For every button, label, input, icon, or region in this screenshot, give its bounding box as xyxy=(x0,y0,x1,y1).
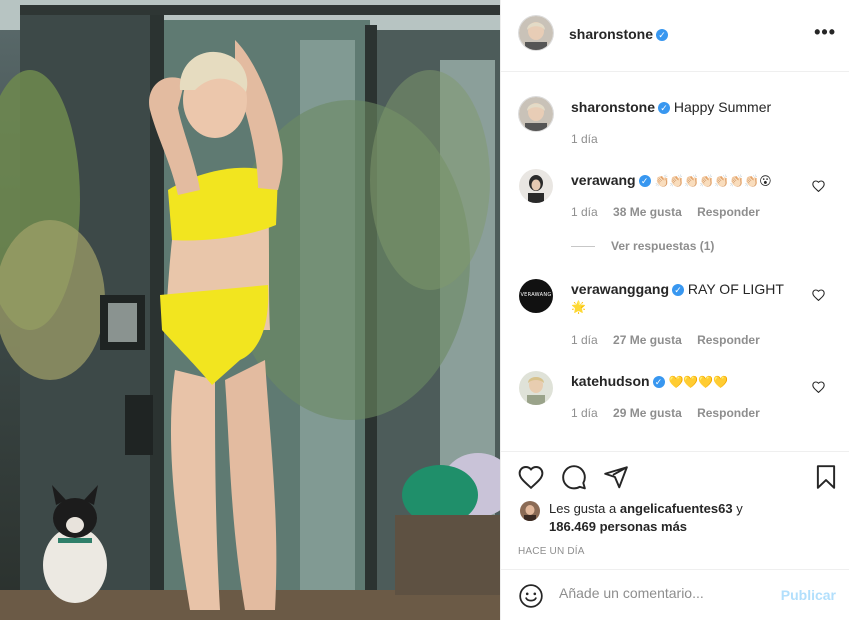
comment-username[interactable]: verawang xyxy=(571,172,636,188)
likes-others[interactable]: 186.469 personas más xyxy=(549,519,687,534)
comment-meta: 1 día 27 Me gusta Responder xyxy=(571,333,772,347)
replies-dash xyxy=(571,246,595,248)
reply-button[interactable]: Responder xyxy=(697,205,760,219)
comment-likes[interactable]: 29 Me gusta xyxy=(613,406,682,420)
comment-meta: 1 día 38 Me gusta Responder xyxy=(571,205,772,219)
liker-avatar[interactable] xyxy=(520,501,540,521)
likes-prefix: Les gusta a xyxy=(549,501,617,516)
verified-icon: ✓ xyxy=(656,29,669,41)
comment-meta: 1 día 29 Me gusta Responder xyxy=(571,406,772,420)
add-comment-bar: Publicar xyxy=(501,569,849,620)
post-actions: Les gusta a angelicafuentes63 y 186.469 … xyxy=(501,451,849,568)
more-options-icon[interactable]: ••• xyxy=(814,22,836,43)
comment-time[interactable]: 1 día xyxy=(571,333,598,347)
author-avatar[interactable] xyxy=(519,16,553,50)
likes-summary: Les gusta a angelicafuentes63 y 186.469 … xyxy=(549,500,743,536)
share-send-icon[interactable] xyxy=(603,464,629,490)
post-timestamp[interactable]: HACE UN DÍA xyxy=(518,546,585,557)
verified-icon: ✓ xyxy=(672,284,685,296)
liker-username[interactable]: angelicafuentes63 xyxy=(620,501,733,516)
comment-avatar-logo-text: VERAWANG xyxy=(520,292,552,298)
like-comment-heart-icon[interactable] xyxy=(812,289,825,301)
comment-1: verawang ✓ 👏🏻👏🏻👏🏻👏🏻👏🏻👏🏻👏🏻😮 xyxy=(571,172,772,188)
post-photo[interactable] xyxy=(0,0,500,620)
comment-text: 💛💛💛💛 xyxy=(668,375,729,389)
liker-avatar-image xyxy=(520,501,540,521)
comment-likes[interactable]: 27 Me gusta xyxy=(613,333,682,347)
comment-text: 👏🏻👏🏻👏🏻👏🏻👏🏻👏🏻👏🏻😮 xyxy=(654,174,772,188)
verified-icon: ✓ xyxy=(638,175,651,187)
comment-time[interactable]: 1 día xyxy=(571,205,598,219)
like-heart-icon[interactable] xyxy=(518,464,544,490)
caption-avatar[interactable] xyxy=(519,97,553,131)
emoji-icon[interactable] xyxy=(518,583,544,609)
view-replies-label[interactable]: Ver respuestas (1) xyxy=(611,239,714,253)
comment-avatar[interactable] xyxy=(519,169,553,203)
comment-time[interactable]: 1 día xyxy=(571,406,598,420)
comment-username[interactable]: verawanggang xyxy=(571,281,669,297)
caption: sharonstone ✓ Happy Summer xyxy=(571,99,771,115)
comment-likes[interactable]: 38 Me gusta xyxy=(613,205,682,219)
comment-input[interactable] xyxy=(559,585,769,601)
author-username-text[interactable]: sharonstone xyxy=(569,26,653,42)
comment-text-line2: 🌟 xyxy=(571,300,586,314)
caption-meta: 1 día xyxy=(571,132,610,146)
verified-icon: ✓ xyxy=(658,102,671,114)
author-username[interactable]: sharonstone ✓ xyxy=(569,26,669,42)
comment-bubble-icon[interactable] xyxy=(561,464,587,490)
comment-avatar[interactable] xyxy=(519,371,553,405)
caption-time[interactable]: 1 día xyxy=(571,132,598,146)
view-replies-button[interactable]: Ver respuestas (1) xyxy=(571,239,714,253)
comment-username[interactable]: katehudson xyxy=(571,373,650,389)
like-comment-heart-icon[interactable] xyxy=(812,180,825,192)
reply-button[interactable]: Responder xyxy=(697,333,760,347)
reply-button[interactable]: Responder xyxy=(697,406,760,420)
comment-2: verawanggang ✓ RAY OF LIGHT xyxy=(571,281,784,297)
author-avatar-image xyxy=(519,16,553,50)
comment-text: RAY OF LIGHT xyxy=(687,281,784,297)
comment-avatar[interactable]: VERAWANG xyxy=(519,279,553,313)
photo-illustration xyxy=(0,0,500,620)
post-side-panel: sharonstone ✓ ••• sharonstone ✓ Happy Summ… xyxy=(500,0,849,620)
publish-button[interactable]: Publicar xyxy=(781,587,836,603)
verified-icon: ✓ xyxy=(652,376,665,388)
comment-3: katehudson ✓ 💛💛💛💛 xyxy=(571,373,728,389)
comment-avatar-image xyxy=(519,169,553,203)
caption-avatar-image xyxy=(519,97,553,131)
caption-text: Happy Summer xyxy=(673,99,772,115)
caption-username[interactable]: sharonstone xyxy=(571,99,655,115)
post-header: sharonstone ✓ ••• xyxy=(501,0,849,72)
like-comment-heart-icon[interactable] xyxy=(812,381,825,393)
save-bookmark-icon[interactable] xyxy=(813,464,839,490)
comment-avatar-image xyxy=(519,371,553,405)
comments-list[interactable]: sharonstone ✓ Happy Summer 1 día verawang… xyxy=(501,73,849,451)
likes-conj: y xyxy=(736,501,743,516)
